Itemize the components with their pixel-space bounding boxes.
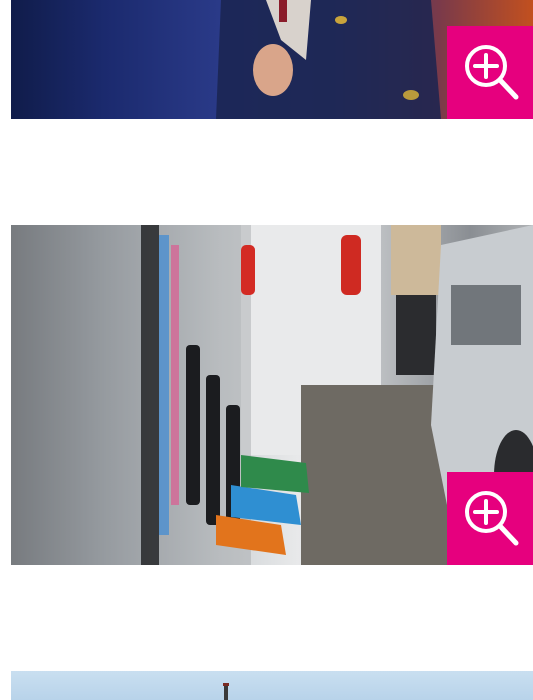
zoom-in-icon [465,491,519,546]
article-image-1 [11,0,533,119]
zoom-in-button[interactable] [447,26,533,119]
zoom-in-button[interactable] [447,472,533,565]
sky-photo [223,683,229,700]
article-image-3 [11,671,533,700]
article-image-2 [11,225,533,565]
zoom-in-icon [465,45,519,100]
